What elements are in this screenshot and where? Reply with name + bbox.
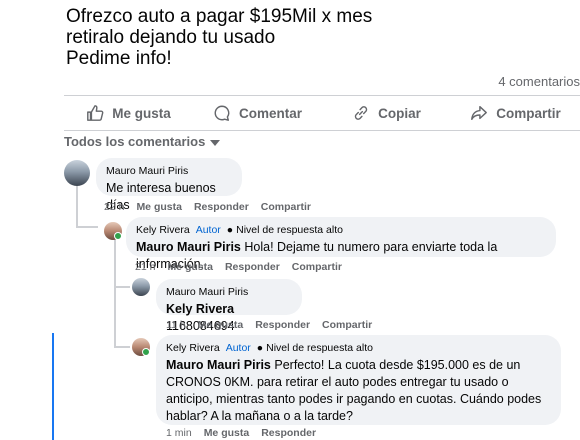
online-status-icon xyxy=(114,232,122,240)
comment-bubble-icon xyxy=(214,105,230,121)
share-label: Compartir xyxy=(496,105,561,121)
thread-line xyxy=(114,346,130,348)
mention-link[interactable]: Kely Rivera xyxy=(166,302,234,316)
comment-button[interactable]: Comentar xyxy=(193,96,322,130)
comment-author[interactable]: Mauro Mauri Piris xyxy=(106,165,188,178)
comment-meta: 1 min Me gusta Responder xyxy=(166,427,316,439)
like-label: Me gusta xyxy=(112,105,171,121)
comment-author[interactable]: Mauro Mauri Piris xyxy=(166,286,248,299)
response-level-badge: ● Nivel de respuesta alto xyxy=(257,342,373,355)
post-line: Ofrezco auto a pagar $195Mil x mes xyxy=(66,6,373,27)
comment-reply-link[interactable]: Responder xyxy=(225,261,280,273)
comment-bubble: Mauro Mauri Piris Me interesa buenos día… xyxy=(96,158,242,212)
comment-time[interactable]: 11 h xyxy=(166,319,186,331)
share-arrow-icon xyxy=(471,105,488,121)
comment-time[interactable]: 21 h xyxy=(135,261,155,273)
thread-line xyxy=(76,186,78,228)
comment-bubble: Kely Rivera Autor ● Nivel de respuesta al… xyxy=(126,217,556,271)
copy-label: Copiar xyxy=(378,105,421,121)
divider xyxy=(64,130,580,131)
comment-like-link[interactable]: Me gusta xyxy=(204,427,250,439)
comment-time[interactable]: 1 min xyxy=(166,427,192,439)
copy-button[interactable]: Copiar xyxy=(322,96,451,130)
post-action-bar: Me gusta Comentar Copiar Compartir xyxy=(64,96,580,130)
post-text: Ofrezco auto a pagar $195Mil x mes retir… xyxy=(66,6,372,69)
megaphone-icon: ● xyxy=(226,224,234,236)
comment-like-link[interactable]: Me gusta xyxy=(198,319,244,331)
comment-count[interactable]: 4 comentarios xyxy=(498,74,580,89)
comment-text: Mauro Mauri Piris Perfecto! La cuota des… xyxy=(166,357,549,425)
post-line: Pedime info! xyxy=(66,48,172,69)
comment-meta: 22 h Me gusta Responder Compartir xyxy=(104,201,311,213)
online-status-icon xyxy=(142,348,150,356)
share-button[interactable]: Compartir xyxy=(451,96,580,130)
mention-link[interactable]: Mauro Mauri Piris xyxy=(166,358,271,372)
post-line: retiralo dejando tu usado xyxy=(66,27,276,48)
avatar[interactable] xyxy=(132,278,150,296)
megaphone-icon: ● xyxy=(256,342,264,354)
comment-reply-link[interactable]: Responder xyxy=(255,319,310,331)
caret-down-icon xyxy=(210,139,221,146)
author-badge: Autor xyxy=(195,224,221,236)
comment-label: Comentar xyxy=(238,105,302,121)
mention-link[interactable]: Mauro Mauri Piris xyxy=(136,240,241,254)
comment-meta: 21 h Me gusta Responder Compartir xyxy=(135,261,342,273)
comment-bubble: Kely Rivera Autor ● Nivel de respuesta al… xyxy=(156,335,561,425)
thumbs-up-icon xyxy=(87,105,104,121)
response-level-label: Nivel de respuesta alto xyxy=(236,224,343,236)
comment-author[interactable]: Kely Rivera xyxy=(166,342,220,355)
comment-reply-link[interactable]: Responder xyxy=(194,201,249,213)
avatar[interactable] xyxy=(64,160,90,186)
response-level-label: Nivel de respuesta alto xyxy=(266,342,373,354)
comment-bubble: Mauro Mauri Piris Kely Rivera 1168084694 xyxy=(156,279,302,333)
comment-share-link[interactable]: Compartir xyxy=(322,319,372,331)
comment-time[interactable]: 22 h xyxy=(104,201,124,213)
comment-author[interactable]: Kely Rivera xyxy=(136,224,190,237)
link-icon xyxy=(354,106,368,120)
thread-line xyxy=(114,240,116,348)
new-comment-indicator xyxy=(52,333,54,440)
thread-line xyxy=(76,226,98,228)
comment-filter-dropdown[interactable]: Todos los comentarios xyxy=(64,134,221,149)
comment-reply-link[interactable]: Responder xyxy=(261,427,316,439)
comment-share-link[interactable]: Compartir xyxy=(292,261,342,273)
author-badge: Autor xyxy=(225,342,251,354)
comment-like-link[interactable]: Me gusta xyxy=(167,261,213,273)
comment-like-link[interactable]: Me gusta xyxy=(136,201,182,213)
like-button[interactable]: Me gusta xyxy=(64,96,193,130)
comment-meta: 11 h Me gusta Responder Compartir xyxy=(166,319,372,331)
thread-line xyxy=(114,286,130,288)
comment-share-link[interactable]: Compartir xyxy=(261,201,311,213)
response-level-badge: ● Nivel de respuesta alto xyxy=(227,224,343,237)
comment-filter-label: Todos los comentarios xyxy=(64,134,206,149)
